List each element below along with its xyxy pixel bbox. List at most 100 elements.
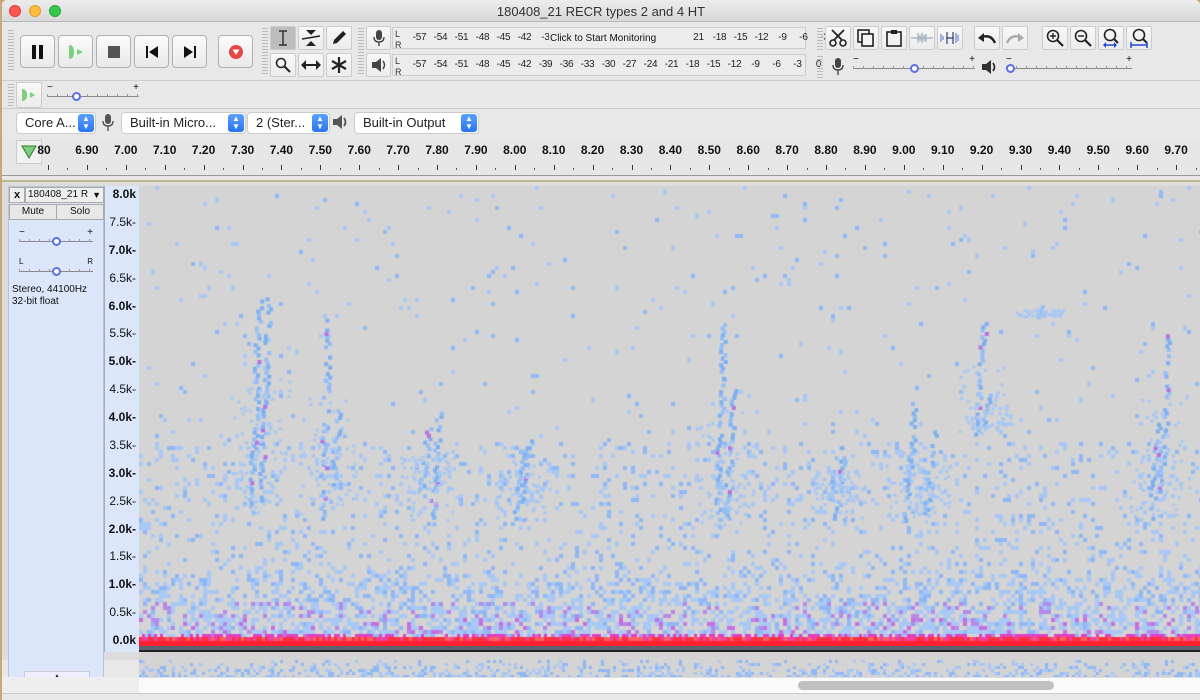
ruler-major-tick: [164, 165, 166, 170]
frequency-label: 2.5k-: [109, 493, 136, 508]
record-button[interactable]: [218, 35, 253, 68]
ruler-label: 7.20: [191, 143, 216, 157]
toolbar-grip[interactable]: [817, 28, 823, 52]
mute-button[interactable]: Mute: [9, 204, 57, 220]
zoom-out-icon: [1074, 29, 1092, 47]
undo-button[interactable]: [974, 26, 1000, 50]
copy-button[interactable]: [853, 26, 879, 50]
silence-button[interactable]: [937, 26, 963, 50]
meter-scale-label: -15: [733, 32, 748, 43]
solo-button[interactable]: Solo: [56, 204, 104, 220]
ruler-minor-tick: [845, 168, 847, 170]
fit-project-button[interactable]: [1126, 26, 1152, 50]
draw-tool-button[interactable]: [326, 26, 352, 50]
window-title: 180408_21 RECR types 2 and 4 HT: [496, 4, 706, 19]
skip-to-end-button[interactable]: [172, 35, 207, 68]
fit-selection-button[interactable]: [1098, 26, 1124, 50]
input-device-select[interactable]: Built-in Micro... ▲ ▼: [121, 112, 246, 134]
toolbar-grip[interactable]: [262, 28, 268, 76]
redo-button[interactable]: [1002, 26, 1028, 50]
frequency-label: 0.5k-: [109, 605, 136, 620]
track-bit-depth: 32-bit float: [12, 296, 59, 307]
play-at-speed-button[interactable]: [16, 82, 42, 108]
input-channels-select[interactable]: 2 (Ster... ▲ ▼: [247, 112, 330, 134]
ruler-label: 7.10: [153, 143, 177, 157]
toolbar-grip[interactable]: [8, 30, 14, 70]
record-volume-slider[interactable]: − +: [853, 54, 975, 74]
slider-thumb[interactable]: [71, 92, 81, 101]
start-monitoring-link[interactable]: Click to Start Monitoring: [549, 33, 658, 44]
ruler-major-tick: [903, 165, 905, 170]
toolbar-grip[interactable]: [817, 56, 823, 78]
stop-button[interactable]: [96, 35, 131, 68]
cut-button[interactable]: [825, 26, 851, 50]
selection-tool-button[interactable]: [270, 26, 296, 50]
record-meter[interactable]: L R -57-54-51-48-45-42-321-18-15-12-9-6-…: [392, 27, 848, 50]
track-name-menu[interactable]: 180408_21 R ▼: [25, 187, 104, 203]
ruler-label: 8.40: [658, 143, 683, 157]
spectrogram[interactable]: [139, 186, 1200, 646]
close-track-button[interactable]: x: [9, 187, 25, 203]
pan-slider[interactable]: L R: [19, 257, 93, 277]
i-beam-icon: [279, 30, 287, 46]
toolbar-grip[interactable]: [8, 84, 14, 106]
time-shift-tool-button[interactable]: [298, 53, 324, 77]
meter-scale-label: -39: [538, 59, 553, 70]
meter-scale-label: -9: [751, 59, 760, 70]
playback-meter-button[interactable]: [366, 53, 391, 77]
zoom-tool-button[interactable]: [270, 53, 296, 77]
playback-volume-slider[interactable]: − +: [1006, 54, 1132, 74]
meter-scale-label: -48: [475, 59, 490, 70]
play-button[interactable]: [58, 35, 93, 68]
slider-thumb[interactable]: [1006, 64, 1015, 73]
zoom-fit-selection-icon: [1103, 28, 1119, 48]
timeline-ruler[interactable]: 80 6.90 7.00 7.10 7.20 7.30 7.40 7.50 7.60 7.70 7.…: [2, 138, 1200, 176]
pause-icon: [31, 44, 43, 59]
pause-button[interactable]: [20, 35, 55, 68]
magnifier-icon: [275, 57, 291, 73]
copy-icon: [857, 29, 874, 47]
playback-meter[interactable]: L R -57 -54 -51 -48 -45 -42 -39 -36 -33 -30 -27 -24…: [392, 54, 821, 77]
ruler-minor-tick: [1156, 168, 1158, 170]
horizontal-scrollbar[interactable]: [139, 677, 1200, 693]
record-meter-button[interactable]: [366, 26, 391, 50]
ruler-label: 7.50: [308, 143, 332, 157]
audio-host-select[interactable]: Core A... ▲ ▼: [16, 112, 96, 134]
paste-button[interactable]: [881, 26, 907, 50]
slider-max-label: +: [1126, 54, 1132, 65]
ruler-major-tick: [748, 165, 750, 170]
gain-slider[interactable]: − +: [19, 227, 93, 247]
frequency-label: 1.5k-: [109, 549, 136, 564]
audio-host-value: Core A...: [25, 115, 76, 130]
ruler-label: 7.30: [230, 143, 255, 157]
meter-scale-label: 21: [693, 32, 704, 43]
ruler-major-tick: [787, 165, 789, 170]
slider-thumb[interactable]: [909, 64, 919, 73]
ruler-label: 80: [37, 143, 51, 157]
toolbar-grip[interactable]: [358, 28, 364, 76]
ruler-minor-tick: [884, 168, 886, 170]
multi-tool-button[interactable]: [326, 53, 352, 77]
scrollbar-thumb[interactable]: [798, 681, 1054, 690]
slider-thumb[interactable]: [51, 237, 61, 246]
envelope-icon: [301, 30, 321, 46]
chevron-updown-icon: ▲ ▼: [228, 114, 244, 132]
spectrogram-right-channel[interactable]: [139, 652, 1200, 680]
zoom-in-button[interactable]: [1042, 26, 1068, 50]
envelope-tool-button[interactable]: [298, 26, 324, 50]
frequency-label: 2.0k-: [108, 521, 136, 536]
skip-to-start-button[interactable]: [134, 35, 169, 68]
zoom-out-button[interactable]: [1070, 26, 1096, 50]
slider-thumb[interactable]: [51, 267, 61, 276]
trim-button[interactable]: [909, 26, 935, 50]
channel-l-label: L: [395, 56, 401, 66]
output-device-select[interactable]: Built-in Output ▲ ▼: [354, 112, 479, 134]
ruler-major-tick: [514, 165, 516, 170]
ruler-major-tick: [359, 165, 361, 170]
ruler-label: 9.30: [1008, 143, 1033, 157]
play-speed-slider[interactable]: − +: [47, 82, 139, 102]
ruler-minor-tick: [612, 168, 614, 170]
ruler-label: 8.00: [503, 143, 527, 157]
chevron-updown-icon: ▲ ▼: [78, 114, 94, 132]
track-info: Stereo, 44100Hz 32-bit float: [12, 284, 87, 308]
